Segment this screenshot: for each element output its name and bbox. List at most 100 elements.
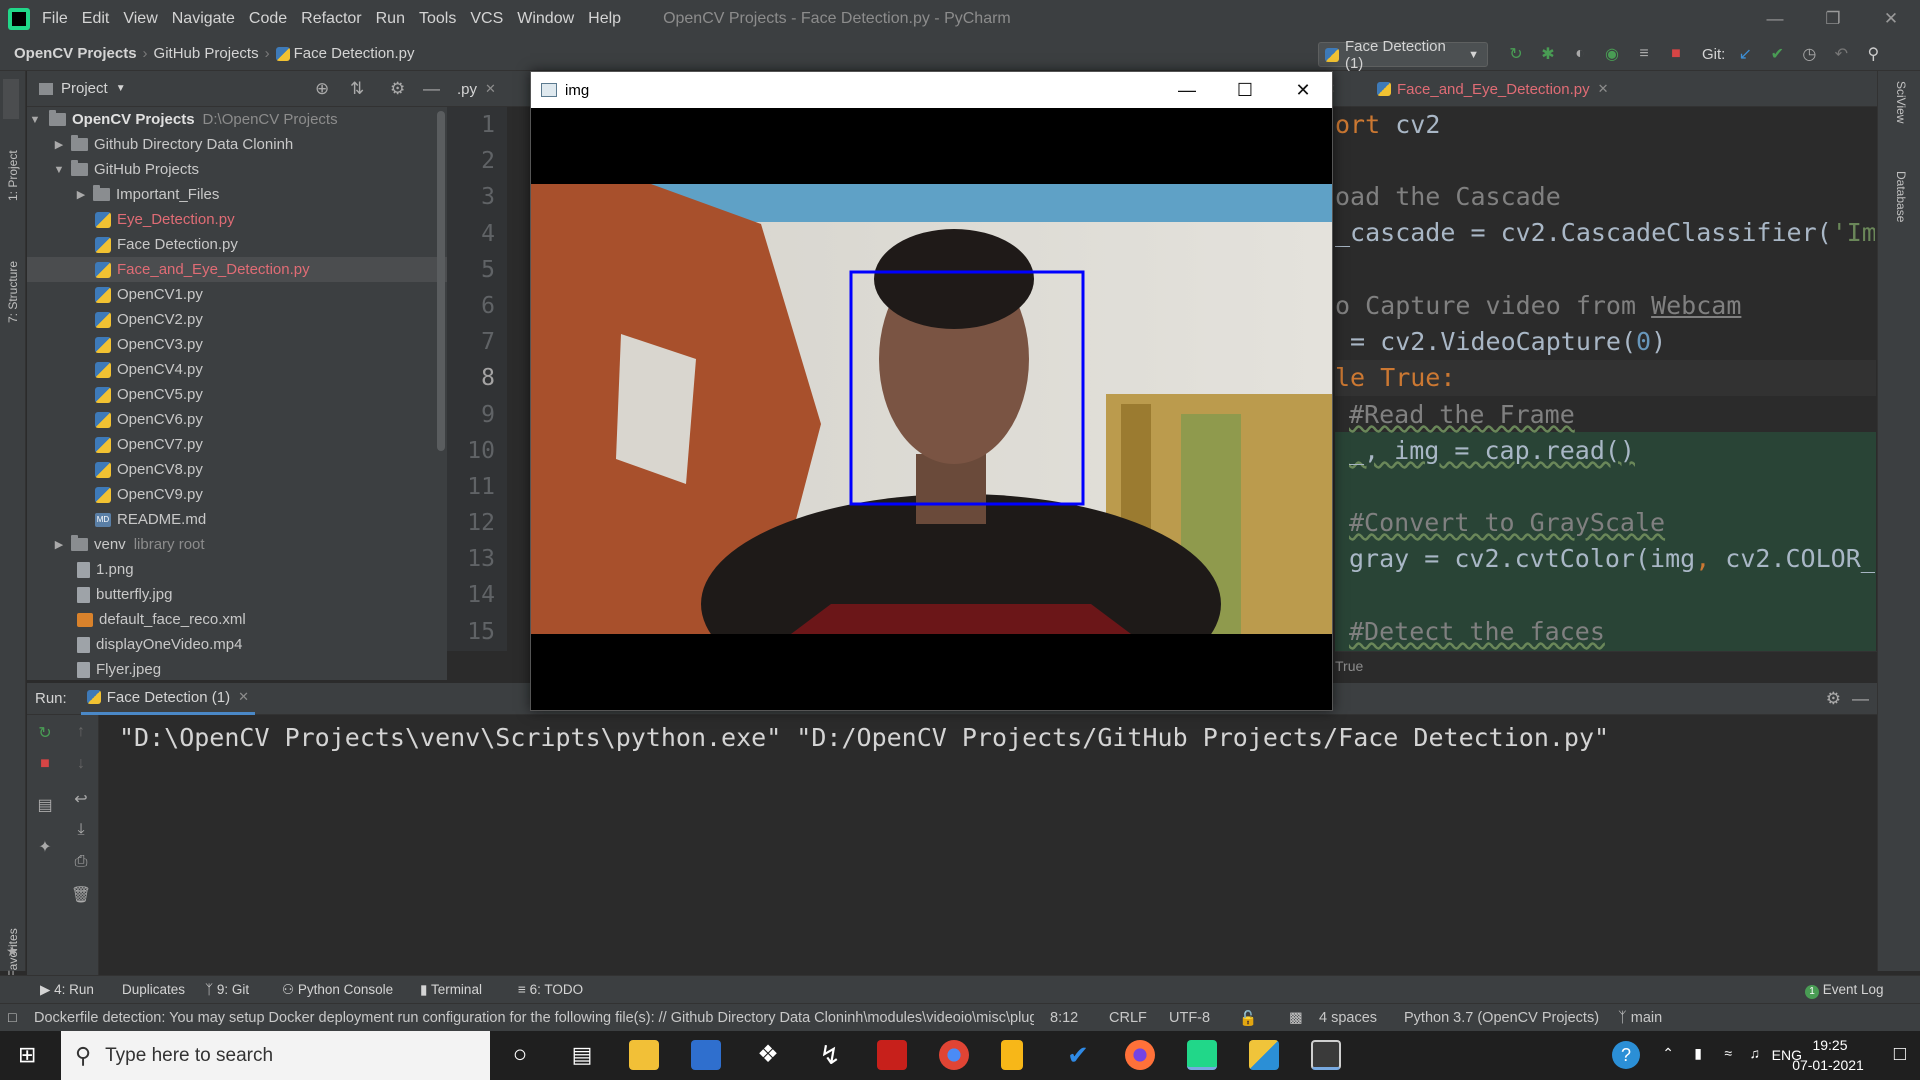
trash-icon[interactable]: 🗑 xyxy=(63,885,99,905)
collapse-all-icon[interactable]: ⇅ xyxy=(350,79,364,99)
project-scrollbar[interactable] xyxy=(437,111,445,451)
arrow-down-icon[interactable]: ↓ xyxy=(63,755,99,773)
tree-item-file[interactable]: default_face_reco.xml xyxy=(27,607,447,632)
todo-app-icon[interactable]: ✔ xyxy=(1063,1040,1093,1070)
close-tab-icon[interactable]: ✕ xyxy=(238,689,249,705)
tree-item-file[interactable]: Face Detection.py xyxy=(27,232,447,257)
tool-tab-duplicates[interactable]: Duplicates xyxy=(122,982,185,997)
tree-item-file[interactable]: Flyer.jpeg xyxy=(27,657,447,682)
git-rollback-icon[interactable]: ↶ xyxy=(1825,44,1857,64)
concurrency-icon[interactable]: ≡ xyxy=(1628,45,1660,63)
print-icon[interactable]: ⎙ xyxy=(63,853,99,871)
layout-icon[interactable]: ▤ xyxy=(27,795,63,815)
menu-help[interactable]: Help xyxy=(588,10,621,27)
line-separator[interactable]: CRLF xyxy=(1109,1010,1147,1026)
editor-tab[interactable]: .py ✕ xyxy=(447,71,506,107)
opencv-window-taskbar-icon[interactable] xyxy=(1311,1040,1341,1070)
app-bolt-icon[interactable]: ↯ xyxy=(815,1040,845,1070)
close-tab-icon[interactable]: ✕ xyxy=(1598,81,1609,97)
menu-code[interactable]: Code xyxy=(249,10,287,27)
menu-file[interactable]: File xyxy=(42,10,68,27)
tree-item-file[interactable]: OpenCV6.py xyxy=(27,407,447,432)
coverage-icon[interactable]: ◐ xyxy=(1564,45,1596,63)
rerun-icon[interactable]: ↻ xyxy=(27,723,63,743)
breadcrumb-root[interactable]: OpenCV Projects xyxy=(14,45,137,62)
close-icon[interactable]: ✕ xyxy=(1862,0,1920,37)
run-tab[interactable]: Face Detection (1) ✕ xyxy=(80,683,255,715)
indent-setting[interactable]: 4 spaces xyxy=(1319,1010,1377,1026)
close-icon[interactable]: ✕ xyxy=(1274,72,1332,108)
soft-wrap-icon[interactable]: ↩ xyxy=(63,789,99,809)
dropbox-icon[interactable]: ❖ xyxy=(753,1040,783,1070)
run-configuration-select[interactable]: Face Detection (1) ▼ xyxy=(1318,38,1488,72)
tree-item-file[interactable]: OpenCV7.py xyxy=(27,432,447,457)
tree-item-file[interactable]: Eye_Detection.py xyxy=(27,207,447,232)
git-history-icon[interactable]: ◷ xyxy=(1793,44,1825,64)
tree-item-file[interactable]: OpenCV2.py xyxy=(27,307,447,332)
menu-refactor[interactable]: Refactor xyxy=(301,10,361,27)
pin-icon[interactable]: ✦ xyxy=(27,837,63,857)
opencv-image-window[interactable]: img — ☐ ✕ xyxy=(530,71,1333,711)
structure-tool-tab[interactable]: 7: Structure xyxy=(6,261,20,323)
minimize-icon[interactable]: — xyxy=(1746,0,1804,37)
tree-item-folder[interactable]: ▶ Github Directory Data Cloninh xyxy=(27,132,447,157)
git-app-icon[interactable] xyxy=(1249,1040,1279,1070)
chrome-icon[interactable] xyxy=(939,1040,969,1070)
tool-tab-todo[interactable]: ≡ 6: TODO xyxy=(518,982,583,997)
lock-icon[interactable]: 🔓 xyxy=(1239,1010,1257,1027)
editor-tab[interactable]: Face_and_Eye_Detection.py ✕ xyxy=(1367,71,1619,107)
tree-item-folder[interactable]: ▼ GitHub Projects xyxy=(27,157,447,182)
menu-navigate[interactable]: Navigate xyxy=(172,10,235,27)
git-update-icon[interactable]: ↙ xyxy=(1729,44,1761,64)
menu-window[interactable]: Window xyxy=(517,10,574,27)
arrow-up-icon[interactable]: ↑ xyxy=(63,723,99,741)
python-interpreter[interactable]: Python 3.7 (OpenCV Projects) xyxy=(1404,1010,1599,1026)
tree-item-file[interactable]: OpenCV8.py xyxy=(27,457,447,482)
notification-icon[interactable]: □ xyxy=(1894,1043,1906,1066)
database-tool-tab[interactable]: Database xyxy=(1894,171,1908,222)
tree-item-file[interactable]: butterfly.jpg xyxy=(27,582,447,607)
git-branch[interactable]: ᛉ main xyxy=(1618,1010,1662,1026)
tool-tab-run[interactable]: ▶ 4: Run xyxy=(40,982,94,998)
pycharm-taskbar-icon[interactable] xyxy=(1187,1040,1217,1070)
maximize-icon[interactable]: ☐ xyxy=(1216,72,1274,108)
status-message[interactable]: Dockerfile detection: You may setup Dock… xyxy=(34,1010,1034,1026)
breadcrumb-file[interactable]: Face Detection.py xyxy=(275,45,415,62)
tree-item-file[interactable]: MD README.md xyxy=(27,507,447,532)
inspection-icon[interactable]: ▩ xyxy=(1289,1010,1303,1026)
tree-item-file[interactable]: 1.png xyxy=(27,557,447,582)
tree-item-file-selected[interactable]: Face_and_Eye_Detection.py xyxy=(27,257,447,282)
tree-item-file[interactable]: OpenCV1.py xyxy=(27,282,447,307)
sciview-tool-tab[interactable]: SciView xyxy=(1894,81,1908,123)
project-view-select[interactable]: Project xyxy=(61,80,108,97)
cortana-icon[interactable]: ○ xyxy=(505,1040,535,1070)
clock-date[interactable]: 07-01-2021 xyxy=(1792,1057,1864,1073)
notes-icon[interactable] xyxy=(1001,1040,1023,1070)
tool-tab-event-log[interactable]: 1 Event Log xyxy=(1805,982,1884,999)
chevron-up-icon[interactable]: ⌃ xyxy=(1662,1045,1674,1062)
scroll-to-end-icon[interactable]: ⤓ xyxy=(63,821,99,839)
close-tab-icon[interactable]: ✕ xyxy=(485,81,496,97)
project-tool-tab[interactable]: 1: Project xyxy=(6,150,20,201)
locate-icon[interactable]: ⊕ xyxy=(315,79,329,99)
stop-icon[interactable]: ■ xyxy=(1660,45,1692,63)
taskbar-search-box[interactable]: ⚲ Type here to search xyxy=(61,1031,490,1080)
file-explorer-icon[interactable] xyxy=(629,1040,659,1070)
search-icon[interactable]: ⚲ xyxy=(1857,44,1889,64)
menu-run[interactable]: Run xyxy=(376,10,405,27)
hide-icon[interactable]: — xyxy=(423,79,440,99)
battery-icon[interactable]: ▮ xyxy=(1694,1045,1702,1062)
wifi-icon[interactable]: ≈ xyxy=(1724,1045,1732,1061)
gear-icon[interactable]: ⚙ xyxy=(390,79,405,99)
firefox-icon[interactable] xyxy=(1125,1040,1155,1070)
breadcrumb-folder[interactable]: GitHub Projects xyxy=(154,45,259,62)
tree-item-file[interactable]: OpenCV5.py xyxy=(27,382,447,407)
tree-item-folder[interactable]: ▶ venv library root xyxy=(27,532,447,557)
menu-view[interactable]: View xyxy=(123,10,157,27)
tree-item-file[interactable]: displayOneVideo.mp4 xyxy=(27,632,447,657)
rerun-icon[interactable]: ↻ xyxy=(1500,44,1532,64)
menu-edit[interactable]: Edit xyxy=(82,10,110,27)
tool-tab-git[interactable]: ᛉ 9: Git xyxy=(205,982,249,997)
caret-position[interactable]: 8:12 xyxy=(1050,1010,1078,1026)
windows-start-icon[interactable]: ⊞ xyxy=(18,1043,42,1067)
